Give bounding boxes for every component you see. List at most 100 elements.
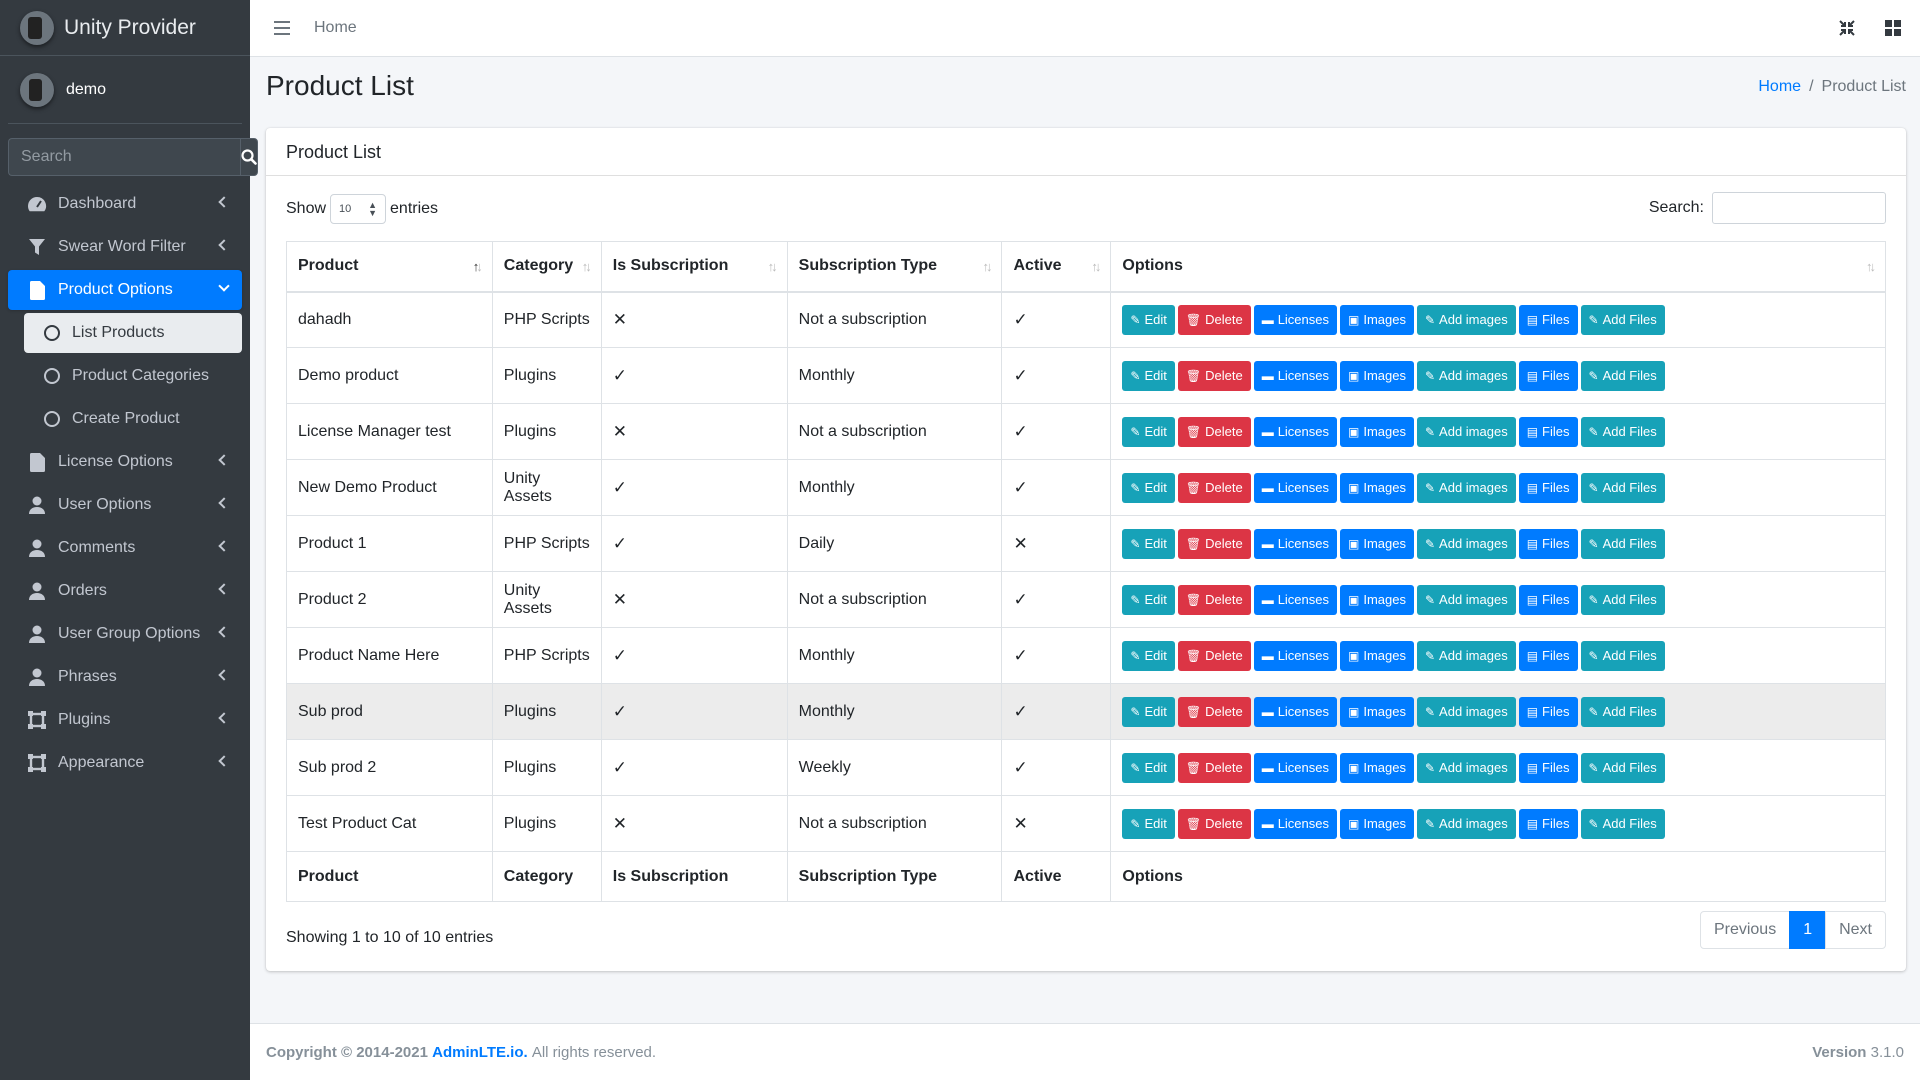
add-files-button[interactable]: ✎ Add Files <box>1580 752 1665 783</box>
images-button[interactable]: ▣ Images <box>1340 472 1414 503</box>
edit-button[interactable]: ✎ Edit <box>1122 360 1175 391</box>
licenses-button[interactable]: ▬ Licenses <box>1253 416 1337 447</box>
column-header-options[interactable]: Options ↑↓ <box>1110 241 1886 293</box>
add-files-button[interactable]: ✎ Add Files <box>1580 360 1665 391</box>
pagination-next[interactable]: Next <box>1825 911 1886 949</box>
images-button[interactable]: ▣ Images <box>1340 416 1414 447</box>
files-button[interactable]: ▤ Files <box>1518 752 1578 783</box>
sidebar-item-orders[interactable]: Orders <box>8 571 242 611</box>
edit-button[interactable]: ✎ Edit <box>1122 640 1175 671</box>
files-button[interactable]: ▤ Files <box>1518 416 1578 447</box>
add-images-button[interactable]: ✎ Add images <box>1416 360 1516 391</box>
top-nav-home-link[interactable]: Home <box>314 19 357 37</box>
images-button[interactable]: ▣ Images <box>1340 584 1414 615</box>
column-header-active[interactable]: Active ↑↓ <box>1001 241 1112 293</box>
grid-icon[interactable] <box>1884 19 1902 37</box>
sidebar-item-license-options[interactable]: License Options <box>8 442 242 482</box>
pagination-previous[interactable]: Previous <box>1699 911 1791 949</box>
pagination-page-1[interactable]: 1 <box>1789 911 1827 949</box>
add-files-button[interactable]: ✎ Add Files <box>1580 696 1665 727</box>
column-header-is-subscription[interactable]: Is Subscription ↑↓ <box>600 241 788 293</box>
add-images-button[interactable]: ✎ Add images <box>1416 416 1516 447</box>
files-button[interactable]: ▤ Files <box>1518 360 1578 391</box>
edit-button[interactable]: ✎ Edit <box>1122 472 1175 503</box>
delete-button[interactable]: 🗑 Delete <box>1177 472 1251 503</box>
files-button[interactable]: ▤ Files <box>1518 304 1578 335</box>
add-files-button[interactable]: ✎ Add Files <box>1580 528 1665 559</box>
brand-link[interactable]: Unity Provider <box>0 0 250 56</box>
edit-button[interactable]: ✎ Edit <box>1122 808 1175 839</box>
files-button[interactable]: ▤ Files <box>1518 584 1578 615</box>
licenses-button[interactable]: ▬ Licenses <box>1253 640 1337 671</box>
add-images-button[interactable]: ✎ Add images <box>1416 640 1516 671</box>
images-button[interactable]: ▣ Images <box>1340 528 1414 559</box>
entries-per-page-select[interactable]: 10 ▲ ▼ <box>330 194 387 224</box>
edit-button[interactable]: ✎ Edit <box>1122 528 1175 559</box>
licenses-button[interactable]: ▬ Licenses <box>1253 304 1337 335</box>
add-images-button[interactable]: ✎ Add images <box>1416 696 1516 727</box>
add-images-button[interactable]: ✎ Add images <box>1416 472 1516 503</box>
images-button[interactable]: ▣ Images <box>1340 360 1414 391</box>
sidebar-item-comments[interactable]: Comments <box>8 528 242 568</box>
fullscreen-exit-icon[interactable] <box>1838 19 1856 37</box>
licenses-button[interactable]: ▬ Licenses <box>1253 472 1337 503</box>
files-button[interactable]: ▤ Files <box>1518 640 1578 671</box>
delete-button[interactable]: 🗑 Delete <box>1177 808 1251 839</box>
licenses-button[interactable]: ▬ Licenses <box>1253 360 1337 391</box>
sidebar-search-button[interactable] <box>240 138 258 176</box>
add-images-button[interactable]: ✎ Add images <box>1416 528 1516 559</box>
images-button[interactable]: ▣ Images <box>1340 808 1414 839</box>
sidebar-item-create-product[interactable]: Create Product <box>24 399 242 439</box>
sidebar-item-appearance[interactable]: Appearance <box>8 743 242 783</box>
sidebar-search-input[interactable] <box>8 138 240 176</box>
delete-button[interactable]: 🗑 Delete <box>1177 696 1251 727</box>
sidebar-item-user-group-options[interactable]: User Group Options <box>8 614 242 654</box>
delete-button[interactable]: 🗑 Delete <box>1177 416 1251 447</box>
sidebar-item-product-options[interactable]: Product Options <box>8 270 242 310</box>
delete-button[interactable]: 🗑 Delete <box>1177 360 1251 391</box>
breadcrumb-home-link[interactable]: Home <box>1758 78 1801 95</box>
licenses-button[interactable]: ▬ Licenses <box>1253 808 1337 839</box>
column-header-product[interactable]: Product ↑↓ <box>286 241 493 293</box>
files-button[interactable]: ▤ Files <box>1518 528 1578 559</box>
licenses-button[interactable]: ▬ Licenses <box>1253 528 1337 559</box>
licenses-button[interactable]: ▬ Licenses <box>1253 584 1337 615</box>
add-files-button[interactable]: ✎ Add Files <box>1580 640 1665 671</box>
edit-button[interactable]: ✎ Edit <box>1122 416 1175 447</box>
edit-button[interactable]: ✎ Edit <box>1122 584 1175 615</box>
add-files-button[interactable]: ✎ Add Files <box>1580 416 1665 447</box>
add-files-button[interactable]: ✎ Add Files <box>1580 472 1665 503</box>
sidebar-item-plugins[interactable]: Plugins <box>8 700 242 740</box>
user-panel[interactable]: demo <box>8 56 242 124</box>
sidebar-item-user-options[interactable]: User Options <box>8 485 242 525</box>
add-files-button[interactable]: ✎ Add Files <box>1580 584 1665 615</box>
delete-button[interactable]: 🗑 Delete <box>1177 304 1251 335</box>
edit-button[interactable]: ✎ Edit <box>1122 696 1175 727</box>
files-button[interactable]: ▤ Files <box>1518 808 1578 839</box>
delete-button[interactable]: 🗑 Delete <box>1177 528 1251 559</box>
edit-button[interactable]: ✎ Edit <box>1122 752 1175 783</box>
column-header-category[interactable]: Category ↑↓ <box>491 241 602 293</box>
user-name[interactable]: demo <box>66 81 106 99</box>
edit-button[interactable]: ✎ Edit <box>1122 304 1175 335</box>
sidebar-item-phrases[interactable]: Phrases <box>8 657 242 697</box>
add-files-button[interactable]: ✎ Add Files <box>1580 808 1665 839</box>
files-button[interactable]: ▤ Files <box>1518 696 1578 727</box>
licenses-button[interactable]: ▬ Licenses <box>1253 752 1337 783</box>
sidebar-item-list-products[interactable]: List Products <box>24 313 242 353</box>
files-button[interactable]: ▤ Files <box>1518 472 1578 503</box>
add-images-button[interactable]: ✎ Add images <box>1416 584 1516 615</box>
licenses-button[interactable]: ▬ Licenses <box>1253 696 1337 727</box>
menu-toggle-icon[interactable] <box>274 21 290 35</box>
add-files-button[interactable]: ✎ Add Files <box>1580 304 1665 335</box>
add-images-button[interactable]: ✎ Add images <box>1416 752 1516 783</box>
images-button[interactable]: ▣ Images <box>1340 752 1414 783</box>
delete-button[interactable]: 🗑 Delete <box>1177 640 1251 671</box>
images-button[interactable]: ▣ Images <box>1340 304 1414 335</box>
add-images-button[interactable]: ✎ Add images <box>1416 304 1516 335</box>
add-images-button[interactable]: ✎ Add images <box>1416 808 1516 839</box>
column-header-subscription-type[interactable]: Subscription Type ↑↓ <box>786 241 1003 293</box>
delete-button[interactable]: 🗑 Delete <box>1177 584 1251 615</box>
sidebar-item-swear-word-filter[interactable]: Swear Word Filter <box>8 227 242 267</box>
images-button[interactable]: ▣ Images <box>1340 696 1414 727</box>
